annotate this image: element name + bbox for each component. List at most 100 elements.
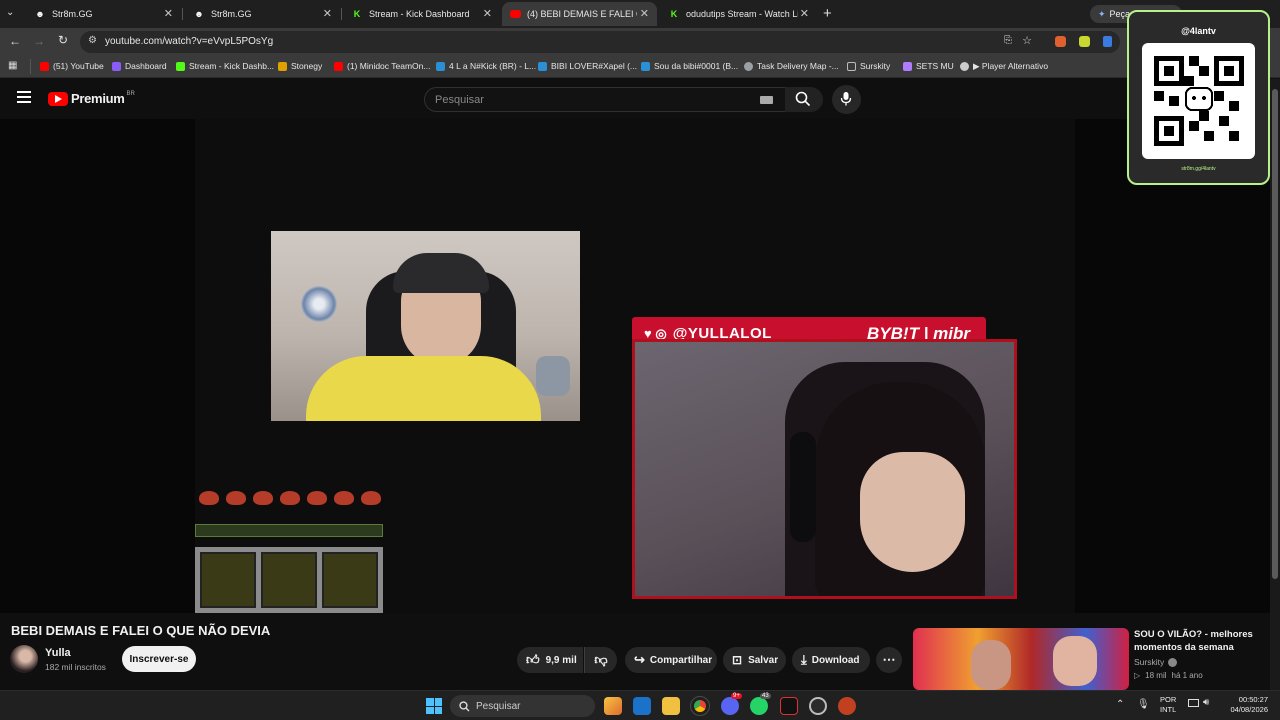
- windows-start-icon[interactable]: [426, 698, 442, 714]
- menu-icon[interactable]: [17, 91, 31, 103]
- tab-kick-dashboard[interactable]: K Stream - Kick Dashboard ✕: [343, 2, 500, 26]
- close-icon[interactable]: ✕: [483, 7, 492, 20]
- bookmark-item[interactable]: BIBI LOVER#Xapel (...: [538, 61, 637, 71]
- whatsapp-icon[interactable]: [750, 697, 768, 715]
- logo-region: BR: [126, 90, 135, 97]
- bookmark-item[interactable]: (51) YouTube: [40, 61, 104, 71]
- bookmark-label: (1) Minidoc TeamOn...: [347, 61, 431, 71]
- tab-str8m-2[interactable]: ☻ Str8m.GG ✕: [185, 2, 340, 26]
- dashboard-icon: [112, 61, 121, 71]
- language-line1: POR: [1160, 695, 1177, 704]
- qr-code: [1142, 43, 1255, 159]
- extension-icon[interactable]: [1103, 36, 1112, 47]
- download-button[interactable]: ⤓ Download: [792, 647, 870, 673]
- recommended-channel-name: Surskity: [1134, 657, 1165, 667]
- volume-icon[interactable]: 🔊︎: [1203, 697, 1209, 708]
- tab-youtube-video[interactable]: (4) BEBI DEMAIS E FALEI O QUE ✕: [502, 2, 657, 26]
- recommended-title[interactable]: SOU O VILÃO? - melhores momentos da sema…: [1134, 628, 1264, 654]
- bookmark-item[interactable]: Stonegy: [278, 61, 322, 71]
- capcut-icon[interactable]: [780, 697, 798, 715]
- app-icon[interactable]: [838, 697, 856, 715]
- save-button[interactable]: ⊡ Salvar: [723, 647, 786, 673]
- outlook-icon[interactable]: [633, 697, 651, 715]
- video-player[interactable]: ♥ ◎ @YULLALOL BYB!T | mibr: [0, 119, 1270, 613]
- display-icon[interactable]: [1188, 699, 1199, 707]
- search-button[interactable]: [785, 87, 823, 112]
- obs-icon[interactable]: [809, 697, 827, 715]
- new-tab-button[interactable]: +: [823, 5, 832, 22]
- video-title: BEBI DEMAIS E FALEI O QUE NÃO DEVIA: [11, 623, 271, 638]
- tab-odudutips[interactable]: K odudutips Stream - Watch Live ✕: [660, 2, 817, 26]
- install-app-icon[interactable]: ⎘: [1004, 35, 1012, 46]
- extension-icon[interactable]: [1055, 36, 1066, 47]
- logo-text: Premium: [71, 91, 125, 106]
- tray-mic-icon[interactable]: 🎙︎: [1137, 699, 1150, 710]
- file-explorer-icon[interactable]: [662, 697, 680, 715]
- dislike-button[interactable]: 👎︎: [584, 647, 617, 673]
- voice-search-button[interactable]: [832, 85, 861, 114]
- page-scrollbar[interactable]: [1270, 79, 1280, 690]
- search-input[interactable]: Pesquisar: [424, 87, 786, 112]
- taskbar-search[interactable]: Pesquisar: [450, 695, 595, 717]
- webcam-right: [632, 339, 1017, 599]
- str8m-icon: ☻: [194, 9, 204, 19]
- channel-name[interactable]: Yulla: [45, 647, 71, 659]
- more-actions-button[interactable]: ⋯: [876, 647, 902, 673]
- subscribe-label: Inscrever-se: [129, 653, 189, 665]
- close-icon[interactable]: ✕: [164, 7, 173, 20]
- recommended-thumbnail[interactable]: [913, 628, 1129, 690]
- bookmark-item[interactable]: Stream - Kick Dashb...: [176, 61, 274, 71]
- search-icon: [459, 700, 470, 711]
- windows-taskbar: Pesquisar 9+ 43 ⌃ 🎙︎ POR INTL 🔊︎ 00:50:2…: [0, 690, 1280, 720]
- bookmark-item[interactable]: Task Delivery Map -...: [744, 61, 839, 71]
- share-button[interactable]: ↪ Compartilhar: [625, 647, 717, 673]
- discord-icon[interactable]: [721, 697, 739, 715]
- address-bar[interactable]: ⚙ youtube.com/watch?v=eVvpL5POsYg ⎘ ☆: [80, 31, 1120, 53]
- tab-str8m-1[interactable]: ☻ Str8m.GG ✕: [26, 2, 181, 26]
- keyboard-icon[interactable]: [760, 96, 773, 104]
- video-frame[interactable]: ♥ ◎ @YULLALOL BYB!T | mibr: [195, 119, 1075, 613]
- task-view-icon[interactable]: [604, 697, 622, 715]
- channel-avatar[interactable]: [10, 645, 38, 673]
- verified-icon: [1168, 657, 1178, 667]
- reload-icon[interactable]: ↻: [58, 33, 68, 47]
- apps-grid-icon[interactable]: ▦: [8, 60, 17, 71]
- bookmark-item[interactable]: Dashboard: [112, 61, 167, 71]
- close-icon[interactable]: ✕: [323, 7, 332, 20]
- back-icon[interactable]: ←: [9, 34, 21, 48]
- decorative-plate: [301, 286, 337, 322]
- like-button[interactable]: 👍︎ 9,9 mil: [517, 647, 583, 673]
- recommended-channel[interactable]: Surskity: [1134, 657, 1178, 667]
- recommended-age: há 1 ano: [1171, 671, 1203, 680]
- youtube-premium-logo[interactable]: Premium BR: [48, 91, 135, 106]
- scrollbar-thumb[interactable]: [1272, 89, 1278, 579]
- bookmark-item[interactable]: (1) Minidoc TeamOn...: [334, 61, 430, 71]
- bookmark-star-icon[interactable]: ☆: [1022, 34, 1032, 47]
- bookmark-item[interactable]: SETS MU: [903, 61, 954, 71]
- subscribe-button[interactable]: Inscrever-se: [122, 646, 196, 672]
- league-icon: [538, 61, 547, 71]
- bookmark-label: Task Delivery Map -...: [757, 61, 839, 71]
- site-info-icon[interactable]: ⚙: [88, 35, 97, 46]
- bookmark-item[interactable]: Sou da bibi#0001 (B...: [641, 61, 738, 71]
- download-icon: ⤓: [801, 652, 807, 667]
- subscriber-count: 182 mil inscritos: [45, 662, 106, 672]
- yellow-shirt: [306, 356, 541, 421]
- clock[interactable]: 00:50:27 04/08/2026: [1222, 695, 1268, 715]
- bookmark-label: 4 L a N#Kick (BR) - L...: [449, 61, 537, 71]
- forward-icon[interactable]: →: [33, 34, 45, 48]
- bookmark-item[interactable]: 4 L a N#Kick (BR) - L...: [436, 61, 536, 71]
- extension-icon[interactable]: [1079, 36, 1090, 47]
- language-indicator[interactable]: POR INTL: [1160, 695, 1176, 715]
- language-line2: INTL: [1160, 705, 1177, 714]
- bookmark-item[interactable]: Surskity: [847, 61, 890, 71]
- chrome-icon[interactable]: [690, 696, 710, 716]
- close-icon[interactable]: ✕: [800, 7, 809, 20]
- whatsapp-badge: 43: [760, 693, 771, 699]
- bookmark-item[interactable]: ▶ Player Alternativo: [960, 61, 1048, 72]
- tab-search-chevron-icon[interactable]: ⌄: [6, 7, 20, 21]
- tray-chevron-icon[interactable]: ⌃: [1116, 699, 1124, 710]
- bookmark-label: SETS MU: [916, 61, 954, 71]
- globe-icon: [960, 62, 969, 71]
- close-icon[interactable]: ✕: [640, 7, 649, 20]
